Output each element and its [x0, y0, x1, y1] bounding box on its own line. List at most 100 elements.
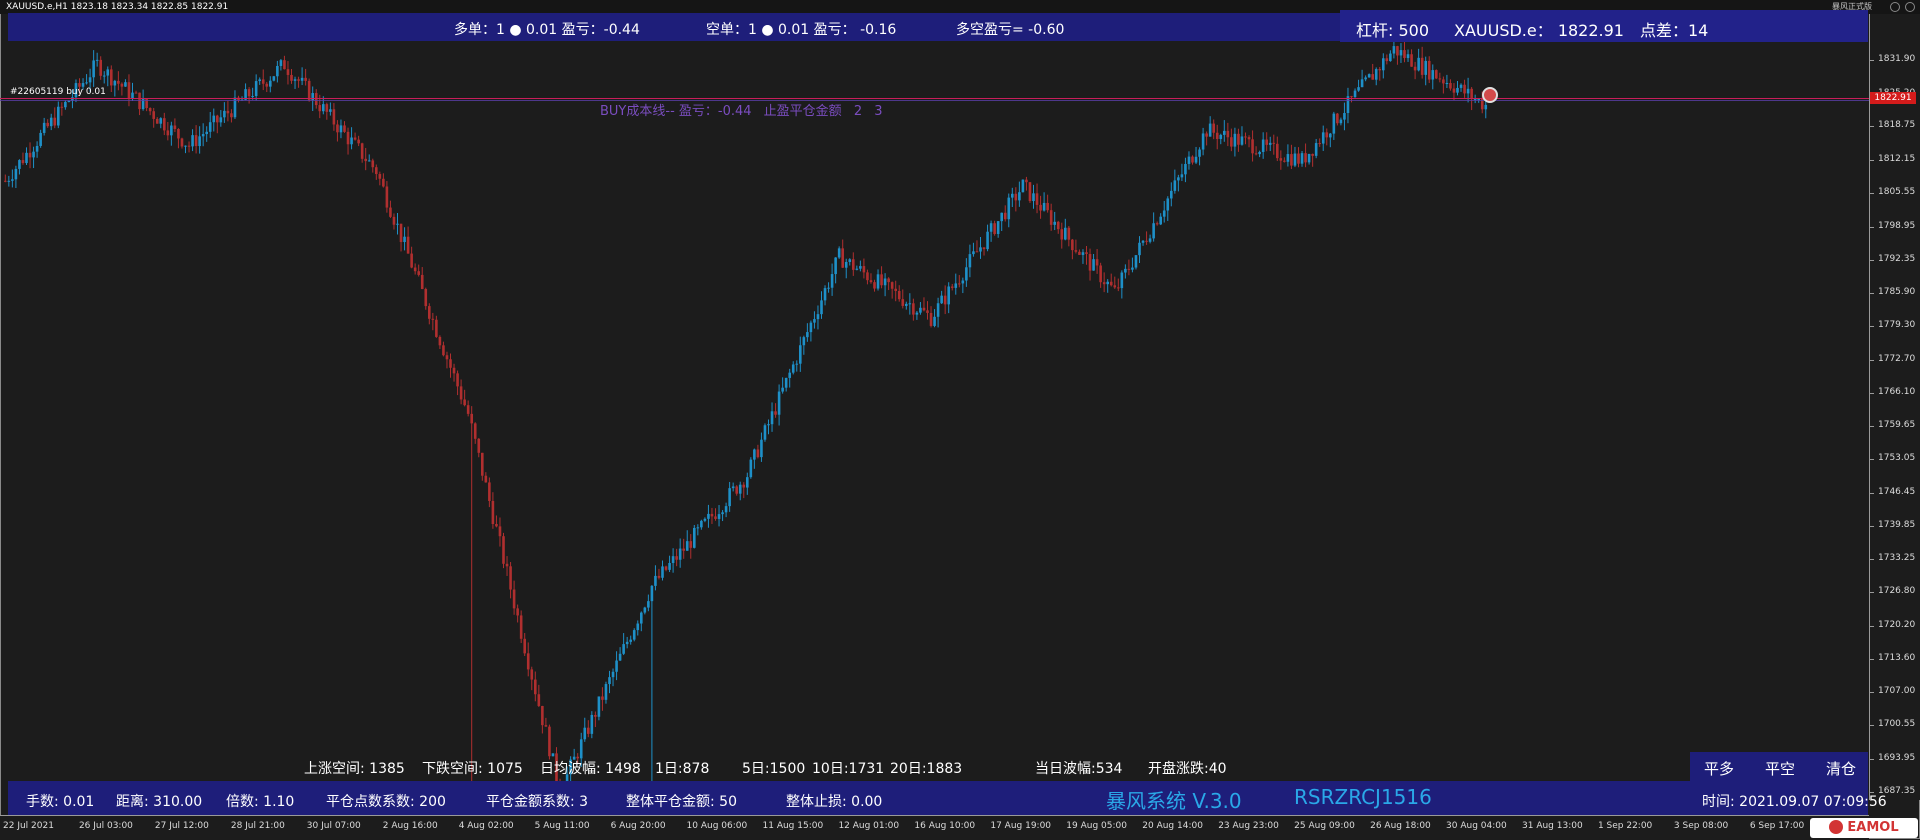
- candle-body: [1463, 84, 1466, 94]
- close-long-button[interactable]: 平多: [1704, 758, 1734, 779]
- candle-body: [1127, 268, 1131, 270]
- candle-body: [184, 145, 187, 147]
- candle-body: [1374, 69, 1378, 80]
- candle-body: [1442, 79, 1445, 84]
- candle-body: [325, 104, 329, 112]
- minimize-icon[interactable]: [1890, 2, 1900, 12]
- candle-body: [1466, 88, 1470, 94]
- candle-body: [1025, 179, 1028, 183]
- candle-body: [445, 355, 449, 360]
- candle-body: [707, 513, 710, 519]
- candle-body: [403, 236, 406, 243]
- candle-body: [1350, 96, 1353, 98]
- candle-body: [795, 363, 799, 365]
- candle-body: [85, 82, 88, 84]
- price-tick: 1746.45: [1869, 486, 1916, 497]
- candle-body: [18, 160, 21, 169]
- price-tick: 1805.55: [1869, 187, 1916, 198]
- candle-body: [866, 272, 869, 281]
- time-tick: 4 Aug 02:00: [458, 821, 514, 831]
- candle-body: [134, 92, 138, 94]
- candle-body: [1449, 82, 1452, 89]
- candle-body: [1389, 53, 1392, 62]
- total-close-amount: 整体平仓金额: 50: [626, 794, 737, 810]
- candle-body: [943, 295, 947, 305]
- candle-body: [1339, 119, 1343, 124]
- candle-body: [1049, 210, 1053, 225]
- buy-cost-line[interactable]: [0, 98, 1869, 99]
- candle-body: [247, 89, 251, 97]
- candle-body: [1018, 192, 1021, 201]
- close-icon[interactable]: [1905, 2, 1915, 12]
- candle-body: [1011, 193, 1014, 198]
- candle-body: [406, 236, 410, 254]
- candle-body: [293, 79, 297, 81]
- time-axis[interactable]: 22 Jul 2021 26 Jul 03:00 27 Jul 12:00 28 Ju…: [0, 815, 1869, 840]
- price-axis[interactable]: 1831.901825.201818.751812.151805.551798.…: [1869, 14, 1920, 800]
- candle-body: [95, 59, 99, 61]
- candle-body: [894, 288, 897, 291]
- candle-body: [781, 387, 784, 392]
- candle-body: [1120, 272, 1124, 289]
- candle-body: [897, 290, 901, 300]
- buy-cost-line-shadow: [0, 100, 1869, 101]
- candle-body: [1145, 240, 1148, 242]
- candle-body: [435, 319, 438, 337]
- candle-body: [219, 117, 223, 123]
- candle-body: [1286, 154, 1290, 162]
- candle-body: [371, 160, 375, 168]
- close-short-button[interactable]: 平空: [1765, 758, 1795, 779]
- candle-body: [1452, 88, 1456, 93]
- candle-body: [304, 77, 307, 81]
- price-tick: 1753.05: [1869, 453, 1916, 464]
- price-chart[interactable]: [0, 14, 1869, 800]
- candle-body: [205, 131, 208, 135]
- candle-body: [1007, 197, 1011, 220]
- candle-body: [516, 608, 519, 616]
- candle-body: [1382, 58, 1385, 71]
- candle-body: [544, 725, 548, 727]
- candle-body: [28, 152, 32, 158]
- price-tick: 1812.15: [1869, 153, 1916, 164]
- candle-body: [682, 548, 685, 551]
- candle-body: [346, 131, 350, 145]
- candle-body: [332, 109, 336, 125]
- close-amount-coef: 平仓金额系数: 3: [486, 794, 589, 810]
- clear-all-button[interactable]: 清仓: [1826, 758, 1856, 779]
- candle-body: [1060, 229, 1064, 240]
- bottom-info-panel: 手数: 0.01 距离: 310.00 倍数: 1.10 平仓点数系数: 200…: [8, 781, 1887, 815]
- buy-cost-text: BUY成本线-- 盈亏：-0.44: [600, 104, 752, 119]
- candle-body: [579, 739, 583, 759]
- candle-body: [968, 254, 972, 268]
- candle-body: [375, 167, 378, 175]
- candle-body: [1021, 179, 1025, 193]
- candle-body: [1219, 134, 1223, 139]
- candle-body: [1244, 136, 1247, 138]
- candle-body: [890, 282, 894, 289]
- crosshair-icon: [1482, 87, 1498, 103]
- candle-body: [989, 223, 993, 232]
- candle-body: [113, 80, 117, 86]
- candle-body: [862, 266, 866, 273]
- candle-body: [618, 653, 622, 661]
- candle-body: [283, 60, 286, 70]
- candle-body: [1138, 242, 1141, 256]
- candle-body: [996, 221, 1000, 234]
- candle-body: [120, 83, 124, 87]
- candle-body: [1085, 252, 1088, 255]
- candle-body: [841, 248, 844, 268]
- system-code: RSRZRCJ1516: [1294, 785, 1432, 809]
- candle-body: [410, 253, 413, 268]
- candle-body: [152, 111, 155, 119]
- candle-body: [180, 138, 184, 147]
- candle-body: [367, 160, 371, 162]
- candle-body: [848, 259, 852, 262]
- candle-body: [1039, 204, 1042, 211]
- candle-body: [767, 424, 770, 426]
- candle-body: [385, 186, 389, 208]
- symbol-info: XAUUSD.e,H1 1823.18 1823.34 1822.85 1822…: [6, 2, 229, 12]
- candle-body: [477, 438, 481, 453]
- candle-body: [784, 377, 788, 388]
- candle-body: [806, 332, 809, 338]
- candle-body: [106, 69, 110, 76]
